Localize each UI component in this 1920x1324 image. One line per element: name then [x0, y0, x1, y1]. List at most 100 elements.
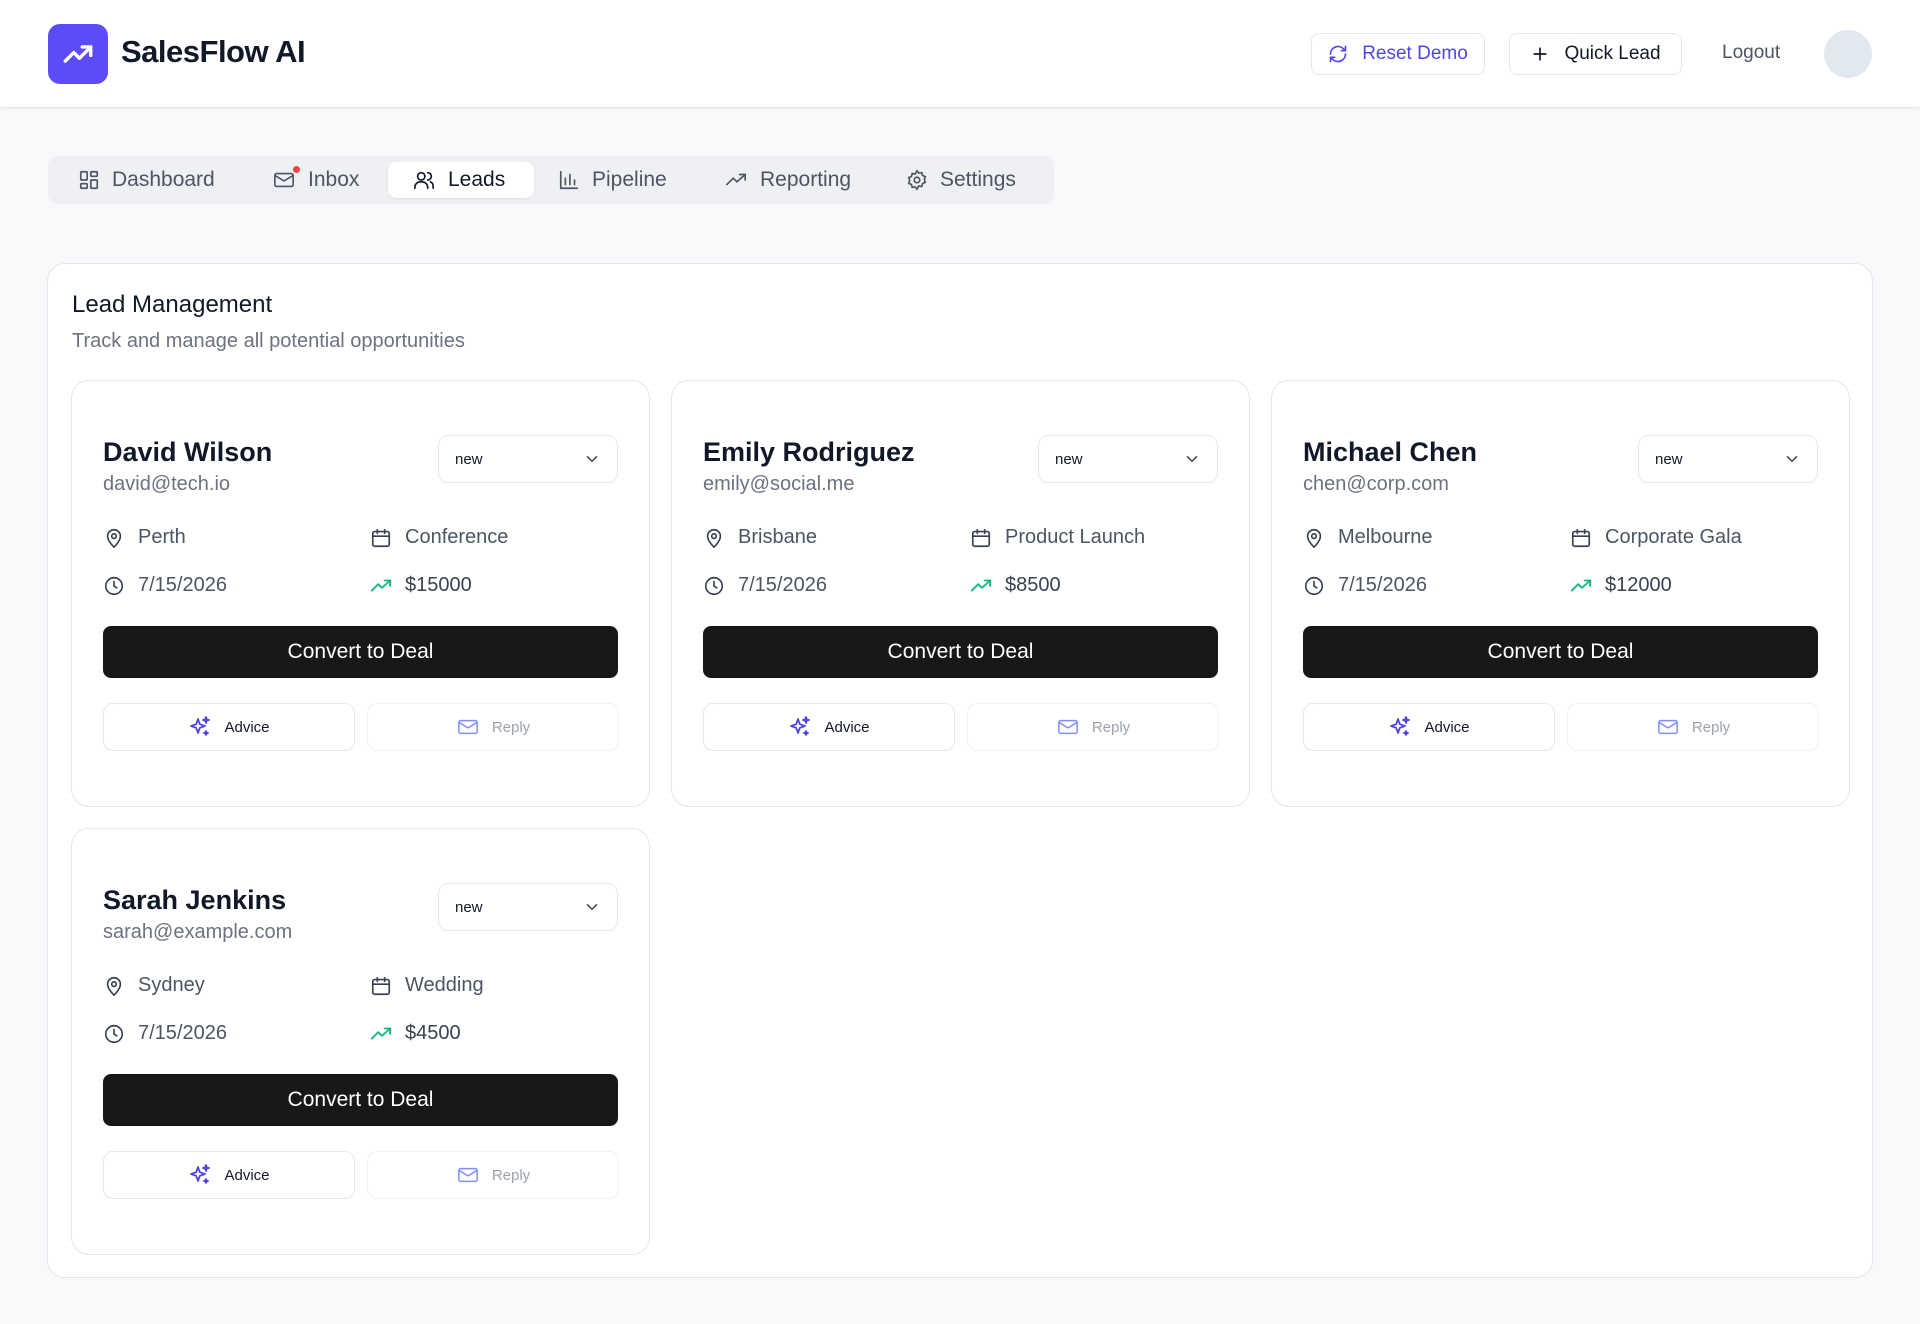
mail-icon — [457, 1167, 478, 1183]
tab-label: Reporting — [760, 168, 852, 191]
tab-dashboard[interactable]: Dashboard — [66, 162, 227, 198]
lead-card: David Wilson david@tech.io new Perth Con… — [71, 380, 650, 807]
clock-icon — [104, 1024, 124, 1043]
status-select[interactable]: new — [438, 435, 618, 483]
location-text: Perth — [138, 526, 186, 548]
chevron-down-icon — [1786, 456, 1798, 463]
lead-card: Michael Chen chen@corp.com new Melbourne… — [1271, 380, 1850, 807]
value-text: $8500 — [1005, 574, 1061, 596]
location-text: Brisbane — [738, 526, 817, 548]
mail-icon — [1657, 719, 1678, 735]
advice-button[interactable]: Advice — [1303, 703, 1555, 751]
event-text: Corporate Gala — [1605, 526, 1742, 548]
tab-inbox[interactable]: Inbox — [260, 162, 371, 198]
app-title: SalesFlow AI — [121, 34, 306, 69]
lead-location: Melbourne — [1303, 526, 1433, 549]
advice-label: Advice — [224, 718, 270, 736]
calendar-icon — [971, 528, 991, 547]
reply-button[interactable]: Reply — [367, 1151, 619, 1199]
value-text: $12000 — [1605, 574, 1672, 596]
tab-reporting[interactable]: Reporting — [712, 162, 863, 198]
lead-date: 7/15/2026 — [103, 1022, 227, 1045]
tab-settings[interactable]: Settings — [894, 162, 1028, 198]
mail-icon — [1057, 719, 1078, 735]
convert-to-deal-button[interactable]: Convert to Deal — [1303, 626, 1818, 678]
trending-up-icon — [370, 1027, 392, 1039]
advice-button[interactable]: Advice — [703, 703, 955, 751]
lead-location: Brisbane — [703, 526, 817, 549]
lead-location: Perth — [103, 526, 186, 549]
reply-label: Reply — [491, 1166, 531, 1184]
status-select[interactable]: new — [1638, 435, 1818, 483]
lead-event: Conference — [370, 526, 508, 549]
lead-name: Emily Rodriguez — [703, 437, 915, 467]
notification-dot — [293, 166, 300, 173]
bar-chart-icon — [559, 170, 579, 190]
tab-label: Leads — [448, 168, 506, 191]
sparkles-icon — [790, 716, 811, 736]
status-value: new — [1055, 450, 1083, 468]
value-text: $15000 — [405, 574, 472, 596]
users-icon — [414, 171, 434, 190]
main-tabs: Dashboard Inbox Leads Pipeline Reporting… — [48, 156, 1054, 204]
sparkles-icon — [1390, 716, 1411, 736]
event-text: Conference — [405, 526, 509, 548]
calendar-icon — [1571, 528, 1591, 547]
avatar[interactable] — [1824, 30, 1872, 78]
date-text: 7/15/2026 — [138, 1022, 227, 1044]
date-text: 7/15/2026 — [138, 574, 227, 596]
gear-icon — [907, 169, 927, 191]
advice-button[interactable]: Advice — [103, 703, 355, 751]
advice-label: Advice — [224, 1166, 270, 1184]
panel-subtitle: Track and manage all potential opportuni… — [72, 330, 465, 352]
trending-up-icon — [726, 173, 746, 186]
event-text: Wedding — [405, 974, 484, 996]
refresh-icon — [1329, 45, 1347, 63]
tab-label: Pipeline — [592, 168, 667, 191]
convert-to-deal-button[interactable]: Convert to Deal — [103, 1074, 618, 1126]
convert-to-deal-button[interactable]: Convert to Deal — [103, 626, 618, 678]
value-text: $4500 — [405, 1022, 461, 1044]
chevron-down-icon — [586, 456, 598, 463]
mail-icon — [457, 719, 478, 735]
reply-button[interactable]: Reply — [1567, 703, 1819, 751]
map-pin-icon — [106, 976, 122, 996]
convert-to-deal-button[interactable]: Convert to Deal — [703, 626, 1218, 678]
status-select[interactable]: new — [438, 883, 618, 931]
advice-label: Advice — [1424, 718, 1470, 736]
tab-pipeline[interactable]: Pipeline — [546, 162, 679, 198]
trending-up-icon — [370, 579, 392, 591]
reply-label: Reply — [1691, 718, 1731, 736]
tab-leads[interactable]: Leads — [388, 162, 534, 198]
map-pin-icon — [1306, 528, 1322, 548]
reply-button[interactable]: Reply — [367, 703, 619, 751]
panel-title: Lead Management — [72, 291, 273, 318]
mail-icon — [274, 172, 294, 188]
trending-up-icon — [63, 45, 93, 63]
advice-label: Advice — [824, 718, 870, 736]
reply-button[interactable]: Reply — [967, 703, 1219, 751]
lead-email: emily@social.me — [703, 473, 855, 495]
location-text: Melbourne — [1338, 526, 1433, 548]
quick-lead-button[interactable]: Quick Lead — [1509, 33, 1682, 75]
sparkles-icon — [190, 1164, 211, 1184]
status-select[interactable]: new — [1038, 435, 1218, 483]
lead-email: sarah@example.com — [103, 921, 293, 943]
calendar-icon — [371, 976, 391, 995]
lead-value: $8500 — [970, 574, 1061, 597]
advice-button[interactable]: Advice — [103, 1151, 355, 1199]
lead-email: david@tech.io — [103, 473, 231, 495]
sparkles-icon — [190, 716, 211, 736]
lead-name: David Wilson — [103, 437, 273, 467]
clock-icon — [104, 576, 124, 595]
lead-card: Sarah Jenkins sarah@example.com new Sydn… — [71, 828, 650, 1255]
logout-link[interactable]: Logout — [1722, 42, 1780, 64]
lead-date: 7/15/2026 — [103, 574, 227, 597]
lead-event: Product Launch — [970, 526, 1145, 549]
reply-label: Reply — [491, 718, 531, 736]
reset-demo-button[interactable]: Reset Demo — [1311, 33, 1485, 75]
status-value: new — [455, 898, 483, 916]
trending-up-icon — [1570, 579, 1592, 591]
trending-up-icon — [970, 579, 992, 591]
tab-label: Inbox — [308, 168, 360, 191]
